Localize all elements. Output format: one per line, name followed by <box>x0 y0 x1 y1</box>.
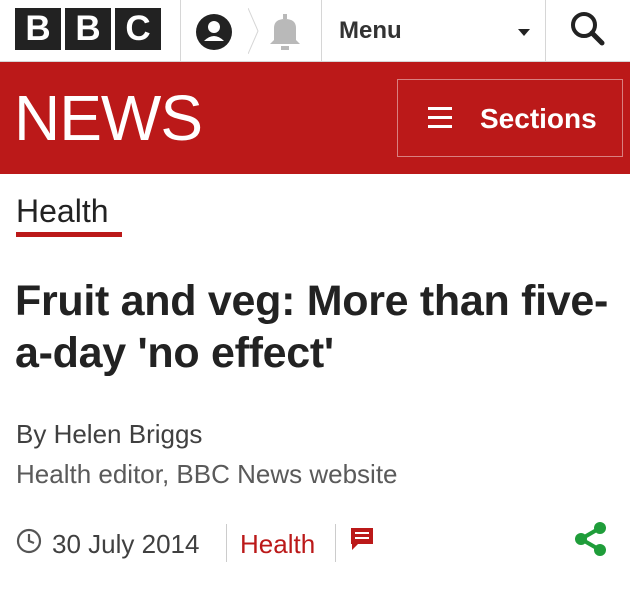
menu-button[interactable]: Menu <box>322 0 544 62</box>
search-icon <box>571 12 605 46</box>
chevron-down-icon <box>518 29 530 36</box>
comment-icon[interactable] <box>348 526 376 554</box>
news-logo[interactable]: NEWS <box>14 86 203 150</box>
account-icon <box>196 14 232 50</box>
search-button[interactable] <box>546 0 630 62</box>
sections-label: Sections <box>480 103 597 134</box>
author-name: By Helen Briggs <box>16 419 203 449</box>
article-headline: Fruit and veg: More than five-a-day 'no … <box>15 277 609 377</box>
account-button[interactable] <box>192 12 238 52</box>
section-link[interactable]: Health <box>16 193 109 230</box>
share-icon[interactable] <box>572 520 610 558</box>
bell-icon <box>247 7 300 55</box>
menu-label: Menu <box>339 17 402 44</box>
sections-button[interactable]: Sections <box>397 79 623 157</box>
bbc-logo[interactable]: B B C <box>15 8 161 50</box>
bbc-logo-letter-b2: B <box>65 8 111 50</box>
clock-icon <box>16 528 42 554</box>
divider <box>335 524 336 562</box>
bbc-logo-letter-c: C <box>115 8 161 50</box>
top-bar: B B C Menu <box>0 0 630 62</box>
author-role: Health editor, BBC News website <box>16 459 398 489</box>
bbc-logo-letter-b1: B <box>15 8 61 50</box>
hamburger-icon <box>428 107 452 129</box>
divider <box>180 0 181 62</box>
meta-section-link[interactable]: Health <box>240 529 315 560</box>
publish-date: 30 July 2014 <box>52 529 200 559</box>
news-banner: NEWS Sections <box>0 62 630 174</box>
divider <box>226 524 227 562</box>
notifications-button[interactable] <box>247 7 308 55</box>
section-underline <box>16 232 122 237</box>
